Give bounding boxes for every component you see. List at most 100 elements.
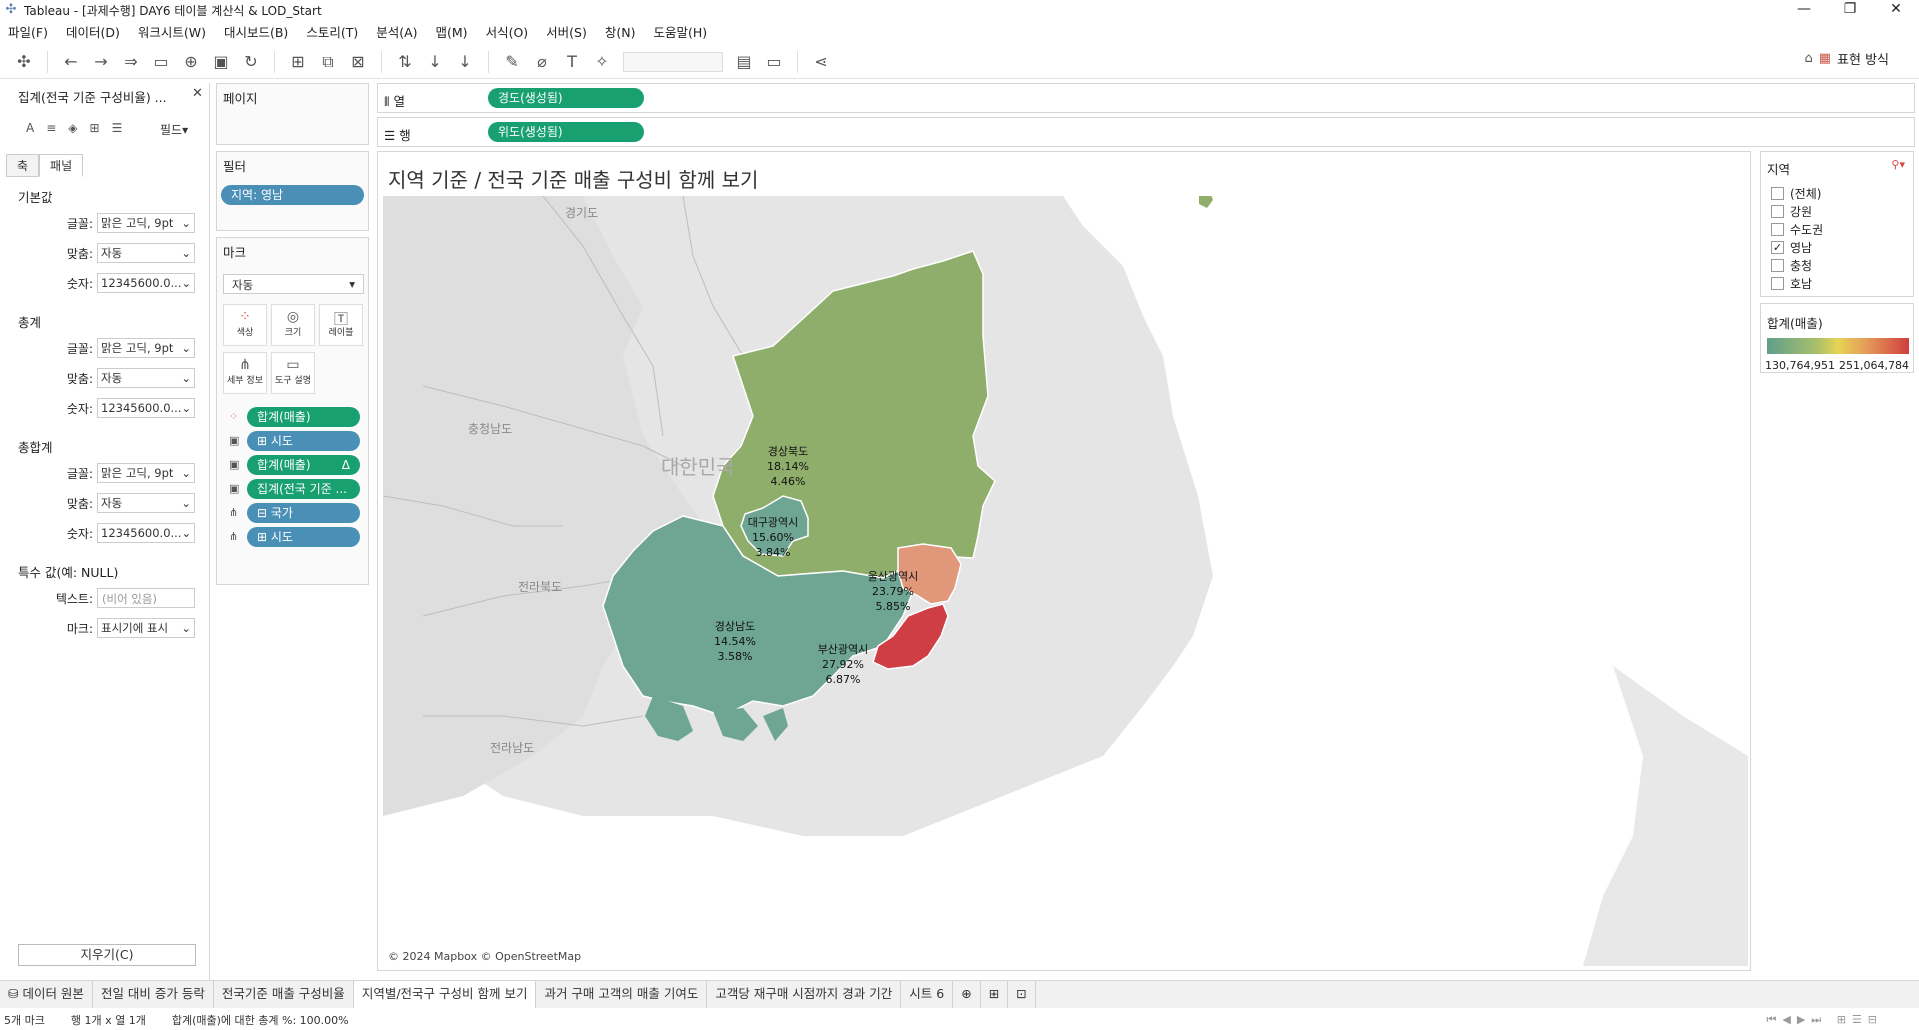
mark-type-select[interactable]: 자동 ▾ (223, 274, 364, 294)
undo-icon[interactable]: ← (59, 50, 83, 74)
tab-sheet-2[interactable]: 전국기준 매출 구성비율 (214, 981, 354, 1008)
menu-data[interactable]: 데이터(D) (66, 22, 120, 41)
marks-pill-detail-country[interactable]: ⊟ 국가 (247, 503, 360, 523)
tab-sheet-6[interactable]: 시트 6 (901, 981, 954, 1008)
pin-icon[interactable]: ✧ (590, 50, 614, 74)
map-view[interactable]: 경기도 충청남도 전라북도 전라남도 대한민국 경상북도 18.14% 4.46… (383, 196, 1748, 966)
grand-font-select[interactable]: 맑은 고딕, 9pt ⌄ (97, 463, 195, 483)
filter-option-yeongnam[interactable]: ✓ 영남 (1771, 239, 1812, 256)
filter-option-sudogwon[interactable]: 수도권 (1771, 221, 1823, 238)
filter-option-chungcheong[interactable]: 충청 (1771, 257, 1812, 274)
redo-icon[interactable]: → (89, 50, 113, 74)
replay-icon[interactable]: ⇒ (119, 50, 143, 74)
share-icon[interactable]: ⋖ (809, 50, 833, 74)
tab-sheet-1[interactable]: 전일 대비 증가 등락 (93, 981, 214, 1008)
menu-dashboard[interactable]: 대시보드(B) (224, 22, 288, 41)
menu-format[interactable]: 서식(O) (486, 22, 529, 41)
swap-icon[interactable]: ⇅ (393, 50, 417, 74)
menu-window[interactable]: 창(N) (605, 22, 636, 41)
filter-option-honam[interactable]: 호남 (1771, 275, 1812, 292)
totals-font-select[interactable]: 맑은 고딕, 9pt ⌄ (97, 338, 195, 358)
tab-axis[interactable]: 축 (6, 154, 40, 177)
filter-option-gangwon[interactable]: 강원 (1771, 203, 1812, 220)
menu-server[interactable]: 서버(S) (546, 22, 587, 41)
pause-update-icon[interactable]: ▣ (209, 50, 233, 74)
special-text-input[interactable]: (비어 있음) (97, 588, 195, 608)
checkbox-sudogwon[interactable] (1771, 223, 1784, 236)
refresh-icon[interactable]: ↻ (239, 50, 263, 74)
show-cards-icon[interactable]: ▤ (732, 50, 756, 74)
checkbox-yeongnam-checked-icon[interactable]: ✓ (1771, 241, 1784, 254)
new-worksheet-icon[interactable]: ⊕ (953, 981, 981, 1008)
lines-icon[interactable]: ☰ (112, 121, 123, 135)
new-sheet-icon[interactable]: ⊞ (286, 50, 310, 74)
color-button[interactable]: ⁘ 색상 (223, 304, 267, 346)
columns-pill-longitude[interactable]: 경도(생성됨) (488, 88, 644, 108)
sort-desc-icon[interactable]: ↓ (453, 50, 477, 74)
close-icon[interactable]: ✕ (192, 86, 203, 101)
tableau-home-icon[interactable]: ✣ (12, 50, 36, 74)
tab-sheet-4[interactable]: 과거 구매 고객의 매출 기여도 (536, 981, 708, 1008)
menu-file[interactable]: 파일(F) (8, 22, 48, 41)
sort-asc-icon[interactable]: ↓ (423, 50, 447, 74)
checkbox-honam[interactable] (1771, 277, 1784, 290)
filter-options-icon[interactable]: ⚲▾ (1891, 158, 1905, 171)
menu-worksheet[interactable]: 워크시트(W) (138, 22, 206, 41)
detail-button[interactable]: ⋔ 세부 정보 (223, 352, 267, 394)
new-datasource-icon[interactable]: ⊕ (179, 50, 203, 74)
grand-number-select[interactable]: 12345600.0... ⌄ (97, 523, 195, 543)
font-icon[interactable]: A (26, 121, 34, 135)
tab-pane[interactable]: 패널 (39, 154, 84, 177)
tab-sheet-5[interactable]: 고객당 재구매 시점까지 경과 기간 (707, 981, 902, 1008)
new-story-icon[interactable]: ⊡ (1008, 981, 1036, 1008)
totals-number-select[interactable]: 12345600.0... ⌄ (97, 398, 195, 418)
shading-icon[interactable]: ◈ (68, 121, 77, 135)
menu-help[interactable]: 도움말(H) (653, 22, 707, 41)
columns-shelf[interactable]: ⦀ 열 경도(생성됨) (377, 83, 1915, 113)
marks-pill-label-sido[interactable]: ⊞ 시도 (247, 431, 360, 451)
group-icon[interactable]: ⌀ (530, 50, 554, 74)
new-dashboard-icon[interactable]: ⊞ (981, 981, 1009, 1008)
menu-map[interactable]: 맵(M) (436, 22, 468, 41)
menu-analysis[interactable]: 분석(A) (376, 22, 417, 41)
show-me-button[interactable]: ⌂ ▦ 표현 방식 (1804, 49, 1889, 68)
filter-pill-region[interactable]: 지역: 영남 (221, 185, 364, 205)
tab-data-source[interactable]: ⛁ 데이터 원본 (0, 981, 93, 1008)
checkbox-gangwon[interactable] (1771, 205, 1784, 218)
checkbox-chungcheong[interactable] (1771, 259, 1784, 272)
clear-sheet-icon[interactable]: ⊠ (346, 50, 370, 74)
marks-pill-detail-sido[interactable]: ⊞ 시도 (247, 527, 360, 547)
maximize-button[interactable]: ❐ (1827, 0, 1873, 20)
label-button[interactable]: 🅃 레이블 (319, 304, 363, 346)
default-number-select[interactable]: 12345600.0... ⌄ (97, 273, 195, 293)
field-dropdown[interactable]: 필드▾ (160, 121, 188, 138)
special-marks-select[interactable]: 표시기에 표시 ⌄ (97, 618, 195, 638)
close-button[interactable]: ✕ (1873, 0, 1919, 20)
tooltip-button[interactable]: ▭ 도구 설명 (271, 352, 315, 394)
borders-icon[interactable]: ⊞ (90, 121, 100, 135)
checkbox-all[interactable] (1771, 187, 1784, 200)
save-icon[interactable]: ▭ (149, 50, 173, 74)
grand-align-select[interactable]: 자동 ⌄ (97, 493, 195, 513)
fit-dropdown[interactable] (623, 51, 723, 72)
marks-pill-color-sales[interactable]: 합계(매출) (247, 407, 360, 427)
default-font-select[interactable]: 맑은 고딕, 9pt ⌄ (97, 213, 195, 233)
marks-pill-label-ratio[interactable]: 집계(전국 기준 ... (247, 479, 360, 499)
marks-pill-label-sales[interactable]: 합계(매출) Δ (247, 455, 360, 475)
presentation-icon[interactable]: ▭ (762, 50, 786, 74)
clear-button[interactable]: 지우기(C) (18, 944, 196, 966)
filter-option-all[interactable]: (전체) (1771, 185, 1821, 202)
totals-align-select[interactable]: 자동 ⌄ (97, 368, 195, 388)
rows-shelf[interactable]: ☰ 행 위도(생성됨) (377, 117, 1915, 147)
minimize-button[interactable]: — (1781, 0, 1827, 20)
highlight-icon[interactable]: ✎ (500, 50, 524, 74)
duplicate-sheet-icon[interactable]: ⧉ (316, 50, 340, 74)
show-labels-icon[interactable]: T (560, 50, 584, 74)
sheet-nav-icons[interactable]: ⏮◀▶⏭ ⊞☰⊟ (1766, 1013, 1883, 1027)
menu-story[interactable]: 스토리(T) (306, 22, 358, 41)
alignment-icon[interactable]: ≡ (46, 121, 56, 135)
rows-pill-latitude[interactable]: 위도(생성됨) (488, 122, 644, 142)
default-align-select[interactable]: 자동 ⌄ (97, 243, 195, 263)
tab-sheet-3-active[interactable]: 지역별/전국구 구성비 함께 보기 (353, 981, 537, 1008)
size-button[interactable]: ◎ 크기 (271, 304, 315, 346)
